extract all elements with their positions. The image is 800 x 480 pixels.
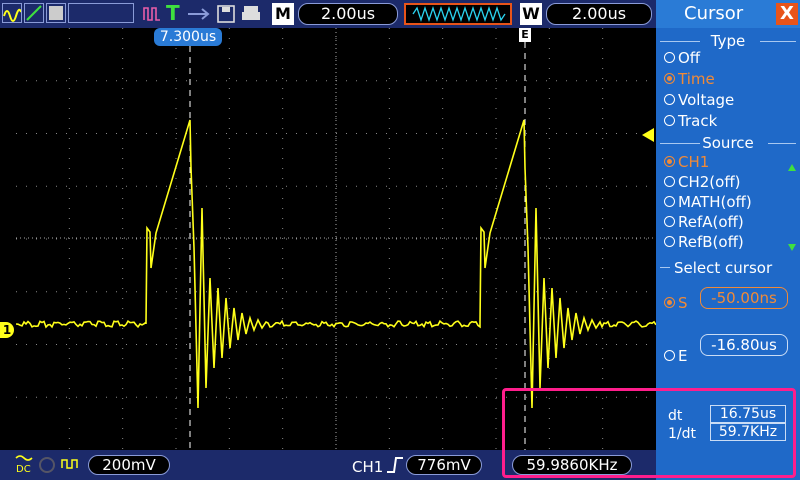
source-option-label: MATH(off) <box>678 193 752 211</box>
source-option-label: RefA(off) <box>678 213 744 231</box>
waveform-overview[interactable] <box>404 3 512 25</box>
type-option[interactable]: Off <box>664 49 700 67</box>
type-option-label: Off <box>678 49 701 67</box>
rising-edge-icon <box>386 454 404 480</box>
waveform-display <box>15 28 657 450</box>
main-timebase-label: M <box>272 3 294 25</box>
source-option-label: CH2(off) <box>678 173 741 191</box>
window-timebase-value[interactable]: 2.00us <box>546 3 652 25</box>
bandwidth-icon <box>38 456 56 478</box>
type-option-label: Track <box>678 112 718 130</box>
radio-icon <box>664 176 675 187</box>
select-cursor-heading: Select cursor <box>674 259 773 277</box>
close-button[interactable]: X <box>776 3 798 25</box>
trigger-channel-label: CH1 <box>352 458 384 476</box>
scroll-down-icon[interactable] <box>788 244 796 251</box>
pulse-icon <box>142 4 162 28</box>
waveform-svg <box>15 28 657 450</box>
cursor-s-value[interactable]: -50.00ns <box>700 287 788 309</box>
usb-icon <box>186 6 212 26</box>
invert-icon <box>60 456 82 478</box>
waveform-icon[interactable] <box>2 3 22 23</box>
cursor-s-time-marker[interactable]: 7.300us <box>154 28 222 46</box>
measurement-highlight <box>502 388 796 478</box>
source-option-label: RefB(off) <box>678 233 744 251</box>
source-option[interactable]: CH2(off) <box>664 173 741 191</box>
radio-icon <box>664 196 675 207</box>
type-option[interactable]: Track <box>664 112 717 130</box>
source-option[interactable]: RefB(off) <box>664 233 744 251</box>
cursor-e-value[interactable]: -16.80us <box>700 334 788 356</box>
radio-icon <box>664 156 675 167</box>
cursor-e-marker[interactable]: E <box>519 28 531 42</box>
type-option[interactable]: Time <box>664 70 715 88</box>
svg-text:DC: DC <box>16 464 31 474</box>
trigger-mode-indicator: T <box>166 1 180 25</box>
dc-coupling-icon: DC <box>14 454 36 478</box>
save-icon[interactable] <box>216 4 236 28</box>
source-option[interactable]: MATH(off) <box>664 193 752 211</box>
scroll-up-icon[interactable] <box>788 164 796 171</box>
cursor-s-option[interactable]: S <box>664 294 688 312</box>
main-timebase-value[interactable]: 2.00us <box>298 3 398 25</box>
radio-icon <box>664 52 675 63</box>
type-option-label: Time <box>678 70 715 88</box>
trigger-level-arrow-icon[interactable] <box>642 128 654 142</box>
measure-icon[interactable] <box>24 3 44 23</box>
status-slot <box>68 3 134 23</box>
radio-icon <box>664 297 675 308</box>
ch1-scale-value[interactable]: 200mV <box>88 455 170 475</box>
printer-icon[interactable] <box>240 4 262 28</box>
cursor-e-option[interactable]: E <box>664 347 687 365</box>
grid-icon[interactable] <box>46 3 66 23</box>
radio-icon <box>664 94 675 105</box>
channel-1-marker[interactable]: 1 <box>0 322 14 338</box>
window-timebase-label: W <box>520 3 542 25</box>
source-option[interactable]: RefA(off) <box>664 213 744 231</box>
radio-icon <box>664 216 675 227</box>
radio-icon <box>664 350 675 361</box>
source-heading: Source <box>702 134 754 152</box>
type-heading: Type <box>710 32 746 50</box>
trigger-level-value[interactable]: 776mV <box>406 455 482 475</box>
type-option-label: Voltage <box>678 91 735 109</box>
source-option[interactable]: CH1 <box>664 153 709 171</box>
radio-icon <box>664 236 675 247</box>
type-option[interactable]: Voltage <box>664 91 734 109</box>
radio-icon <box>664 115 675 126</box>
radio-icon <box>664 73 675 84</box>
source-option-label: CH1 <box>678 153 710 171</box>
